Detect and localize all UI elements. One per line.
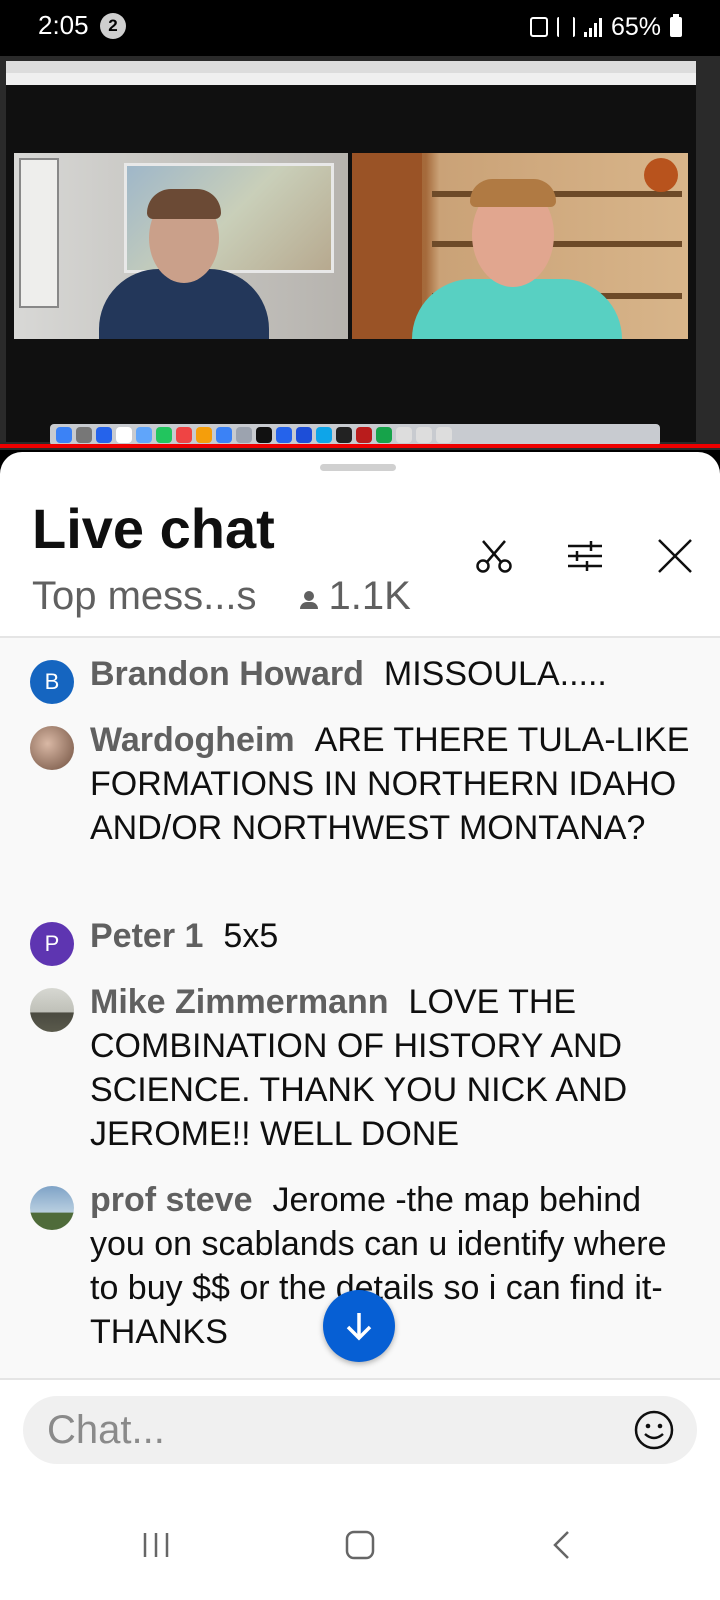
- viewer-count: 1.1K: [328, 574, 411, 618]
- chat-message-list[interactable]: B Brandon Howard MISSOULA..... Wardogheim…: [0, 638, 720, 1378]
- message-author[interactable]: prof steve: [90, 1181, 253, 1219]
- video-dock: [50, 424, 660, 446]
- back-button[interactable]: [532, 1520, 592, 1570]
- avatar[interactable]: B: [30, 660, 74, 704]
- arrow-down-icon: [346, 1313, 372, 1341]
- recents-icon: [143, 1533, 169, 1557]
- navigation-bar: [0, 1490, 720, 1600]
- person-icon: [297, 585, 321, 609]
- message-author[interactable]: Mike Zimmermann: [90, 983, 389, 1021]
- message-author[interactable]: Wardogheim: [90, 721, 295, 759]
- input-divider: [0, 1378, 720, 1380]
- chat-settings-button[interactable]: [563, 534, 607, 578]
- clip-button[interactable]: [472, 534, 516, 578]
- message-body: Peter 1 5x5: [90, 914, 700, 958]
- whiteboard: [19, 158, 59, 308]
- battery-percent: 65%: [610, 12, 661, 41]
- close-icon: [658, 539, 692, 573]
- video-tile-left: [14, 153, 348, 339]
- presenter-left-hair: [147, 189, 221, 219]
- message-body: Brandon Howard MISSOULA.....: [90, 652, 700, 696]
- avatar[interactable]: P: [30, 922, 74, 966]
- recycle-icon: [529, 17, 548, 37]
- bookshelf: [432, 241, 682, 247]
- door: [352, 153, 422, 339]
- avatar[interactable]: [30, 988, 74, 1032]
- emoji-button[interactable]: [633, 1409, 675, 1451]
- basketball: [644, 158, 678, 192]
- notification-count-badge: 2: [100, 13, 126, 39]
- message-author[interactable]: Brandon Howard: [90, 655, 364, 693]
- video-window-title-bar: [6, 73, 696, 85]
- message-text: 5x5: [223, 917, 279, 955]
- status-icons: 65%: [529, 10, 682, 44]
- chat-input[interactable]: [47, 1404, 607, 1456]
- avatar[interactable]: [30, 1186, 74, 1230]
- message-body: Wardogheim ARE THERE TULA-LIKE FORMATIONS…: [90, 718, 700, 850]
- presenter-right-body: [412, 279, 622, 339]
- drag-handle[interactable]: [320, 464, 396, 471]
- chat-message: Wardogheim ARE THERE TULA-LIKE FORMATIONS…: [30, 718, 700, 850]
- avatar[interactable]: [30, 726, 74, 770]
- data-transfer-icon: [556, 17, 575, 37]
- tune-icon: [568, 541, 602, 571]
- back-icon: [553, 1531, 569, 1559]
- scroll-to-latest-button[interactable]: [323, 1290, 395, 1362]
- recents-button[interactable]: [126, 1520, 186, 1570]
- home-button[interactable]: [330, 1520, 390, 1570]
- battery-icon: [670, 14, 682, 37]
- chat-message: P Peter 1 5x5: [30, 914, 700, 966]
- message-text: MISSOULA.....: [383, 655, 607, 693]
- emoji-icon: [634, 1410, 674, 1450]
- video-menu-bar: [6, 61, 696, 73]
- chat-message: Mike Zimmermann LOVE THE COMBINATION OF H…: [30, 980, 700, 1156]
- status-bar: 2:05 2 65%: [0, 0, 720, 56]
- chat-message: B Brandon Howard MISSOULA.....: [30, 652, 700, 704]
- scissors-icon: [476, 540, 512, 573]
- video-player[interactable]: [0, 56, 720, 450]
- live-chat-panel: Live chat Top mess...s 1.1K B Brandon Ho…: [0, 452, 720, 1600]
- signal-icon: [583, 17, 602, 37]
- presenter-right-hair: [470, 179, 556, 207]
- live-progress-bar: [0, 444, 720, 448]
- message-body: prof steve Jerome -the map behind you on …: [90, 1178, 700, 1354]
- message-author[interactable]: Peter 1: [90, 917, 203, 955]
- status-time: 2:05: [38, 10, 89, 40]
- chat-input-container[interactable]: [23, 1396, 697, 1464]
- home-icon: [345, 1530, 375, 1560]
- chat-mode-selector[interactable]: Top mess...s 1.1K: [32, 574, 411, 619]
- chat-title: Live chat: [32, 497, 275, 560]
- chat-mode-label: Top mess...s: [32, 574, 257, 618]
- message-body: Mike Zimmermann LOVE THE COMBINATION OF H…: [90, 980, 700, 1156]
- close-chat-button[interactable]: [653, 534, 697, 578]
- video-tile-right: [352, 153, 688, 339]
